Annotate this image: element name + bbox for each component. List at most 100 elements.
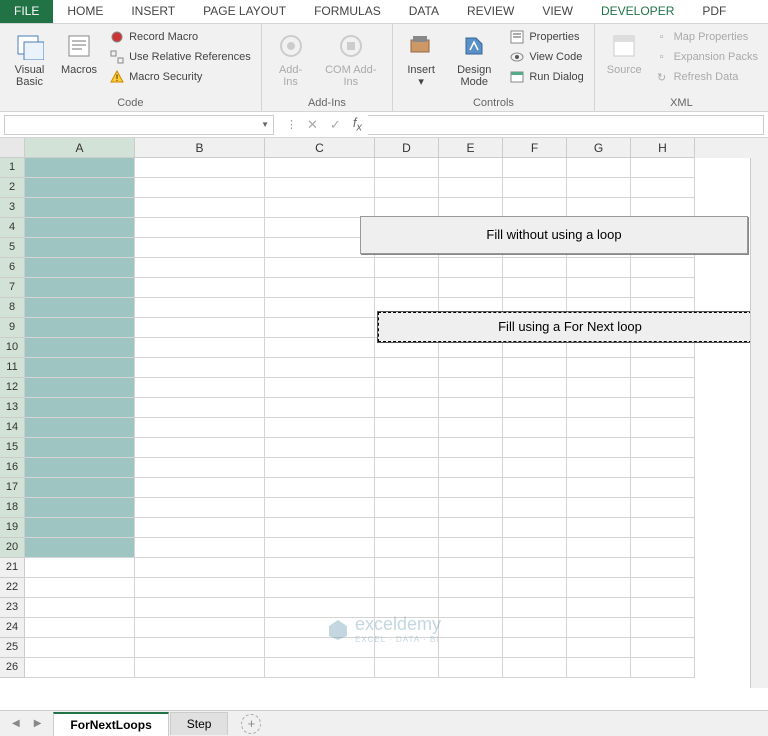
- row-header-5[interactable]: 5: [0, 238, 25, 258]
- tab-insert[interactable]: INSERT: [117, 0, 189, 23]
- cell-C14[interactable]: [265, 418, 375, 438]
- cell-E1[interactable]: [439, 158, 503, 178]
- row-header-20[interactable]: 20: [0, 538, 25, 558]
- cell-C13[interactable]: [265, 398, 375, 418]
- cell-F2[interactable]: [503, 178, 567, 198]
- cell-A24[interactable]: [25, 618, 135, 638]
- row-header-1[interactable]: 1: [0, 158, 25, 178]
- cell-B15[interactable]: [135, 438, 265, 458]
- cell-C2[interactable]: [265, 178, 375, 198]
- cell-B8[interactable]: [135, 298, 265, 318]
- cell-A10[interactable]: [25, 338, 135, 358]
- cell-F15[interactable]: [503, 438, 567, 458]
- vertical-scrollbar[interactable]: [750, 158, 768, 688]
- cell-E13[interactable]: [439, 398, 503, 418]
- record-macro-button[interactable]: Record Macro: [107, 28, 253, 46]
- cell-D11[interactable]: [375, 358, 439, 378]
- cell-C7[interactable]: [265, 278, 375, 298]
- cell-F14[interactable]: [503, 418, 567, 438]
- cell-C26[interactable]: [265, 658, 375, 678]
- cell-G26[interactable]: [567, 658, 631, 678]
- cell-B11[interactable]: [135, 358, 265, 378]
- run-dialog-button[interactable]: Run Dialog: [507, 68, 585, 86]
- cell-B6[interactable]: [135, 258, 265, 278]
- tab-pdf[interactable]: PDF: [688, 0, 740, 23]
- tab-review[interactable]: REVIEW: [453, 0, 528, 23]
- cell-C25[interactable]: [265, 638, 375, 658]
- cell-E15[interactable]: [439, 438, 503, 458]
- tab-formulas[interactable]: FORMULAS: [300, 0, 395, 23]
- cell-B17[interactable]: [135, 478, 265, 498]
- cell-E19[interactable]: [439, 518, 503, 538]
- cell-H2[interactable]: [631, 178, 695, 198]
- macro-security-button[interactable]: !Macro Security: [107, 68, 253, 86]
- source-button[interactable]: Source: [603, 28, 646, 86]
- cell-D15[interactable]: [375, 438, 439, 458]
- fx-icon[interactable]: fx: [353, 115, 362, 134]
- cell-C1[interactable]: [265, 158, 375, 178]
- cell-C11[interactable]: [265, 358, 375, 378]
- cell-G21[interactable]: [567, 558, 631, 578]
- cell-G25[interactable]: [567, 638, 631, 658]
- cell-D25[interactable]: [375, 638, 439, 658]
- cell-D17[interactable]: [375, 478, 439, 498]
- cell-A16[interactable]: [25, 458, 135, 478]
- cell-A8[interactable]: [25, 298, 135, 318]
- cell-A25[interactable]: [25, 638, 135, 658]
- cell-D21[interactable]: [375, 558, 439, 578]
- cell-C19[interactable]: [265, 518, 375, 538]
- expansion-packs-button[interactable]: ▫Expansion Packs: [652, 48, 760, 66]
- cell-B2[interactable]: [135, 178, 265, 198]
- cell-F18[interactable]: [503, 498, 567, 518]
- row-header-24[interactable]: 24: [0, 618, 25, 638]
- cell-H3[interactable]: [631, 198, 695, 218]
- cell-H17[interactable]: [631, 478, 695, 498]
- cell-D1[interactable]: [375, 158, 439, 178]
- insert-control-button[interactable]: Insert▾: [401, 28, 441, 90]
- row-header-26[interactable]: 26: [0, 658, 25, 678]
- cell-B3[interactable]: [135, 198, 265, 218]
- cell-A6[interactable]: [25, 258, 135, 278]
- cell-A3[interactable]: [25, 198, 135, 218]
- cell-D7[interactable]: [375, 278, 439, 298]
- cell-A12[interactable]: [25, 378, 135, 398]
- cell-F21[interactable]: [503, 558, 567, 578]
- refresh-data-button[interactable]: ↻Refresh Data: [652, 68, 760, 86]
- cell-H6[interactable]: [631, 258, 695, 278]
- cell-C24[interactable]: [265, 618, 375, 638]
- cell-D2[interactable]: [375, 178, 439, 198]
- cell-G18[interactable]: [567, 498, 631, 518]
- cell-C5[interactable]: [265, 238, 375, 258]
- cell-B10[interactable]: [135, 338, 265, 358]
- cell-A26[interactable]: [25, 658, 135, 678]
- cell-F17[interactable]: [503, 478, 567, 498]
- column-header-g[interactable]: G: [567, 138, 631, 158]
- cell-E3[interactable]: [439, 198, 503, 218]
- cell-E22[interactable]: [439, 578, 503, 598]
- cell-D22[interactable]: [375, 578, 439, 598]
- row-header-7[interactable]: 7: [0, 278, 25, 298]
- cell-C4[interactable]: [265, 218, 375, 238]
- cell-C15[interactable]: [265, 438, 375, 458]
- cell-B23[interactable]: [135, 598, 265, 618]
- cell-F7[interactable]: [503, 278, 567, 298]
- addins-button[interactable]: Add-Ins: [270, 28, 312, 90]
- cancel-icon[interactable]: ✕: [307, 117, 318, 133]
- row-header-6[interactable]: 6: [0, 258, 25, 278]
- cell-E24[interactable]: [439, 618, 503, 638]
- row-header-14[interactable]: 14: [0, 418, 25, 438]
- tab-view[interactable]: VIEW: [528, 0, 587, 23]
- cell-B1[interactable]: [135, 158, 265, 178]
- cell-B26[interactable]: [135, 658, 265, 678]
- cell-D23[interactable]: [375, 598, 439, 618]
- cell-B22[interactable]: [135, 578, 265, 598]
- macros-button[interactable]: Macros: [57, 28, 101, 90]
- cell-A14[interactable]: [25, 418, 135, 438]
- column-header-d[interactable]: D: [375, 138, 439, 158]
- tab-nav-prev-icon[interactable]: ◀: [12, 718, 20, 729]
- cell-F11[interactable]: [503, 358, 567, 378]
- cell-F19[interactable]: [503, 518, 567, 538]
- cell-A7[interactable]: [25, 278, 135, 298]
- cell-D6[interactable]: [375, 258, 439, 278]
- cell-H25[interactable]: [631, 638, 695, 658]
